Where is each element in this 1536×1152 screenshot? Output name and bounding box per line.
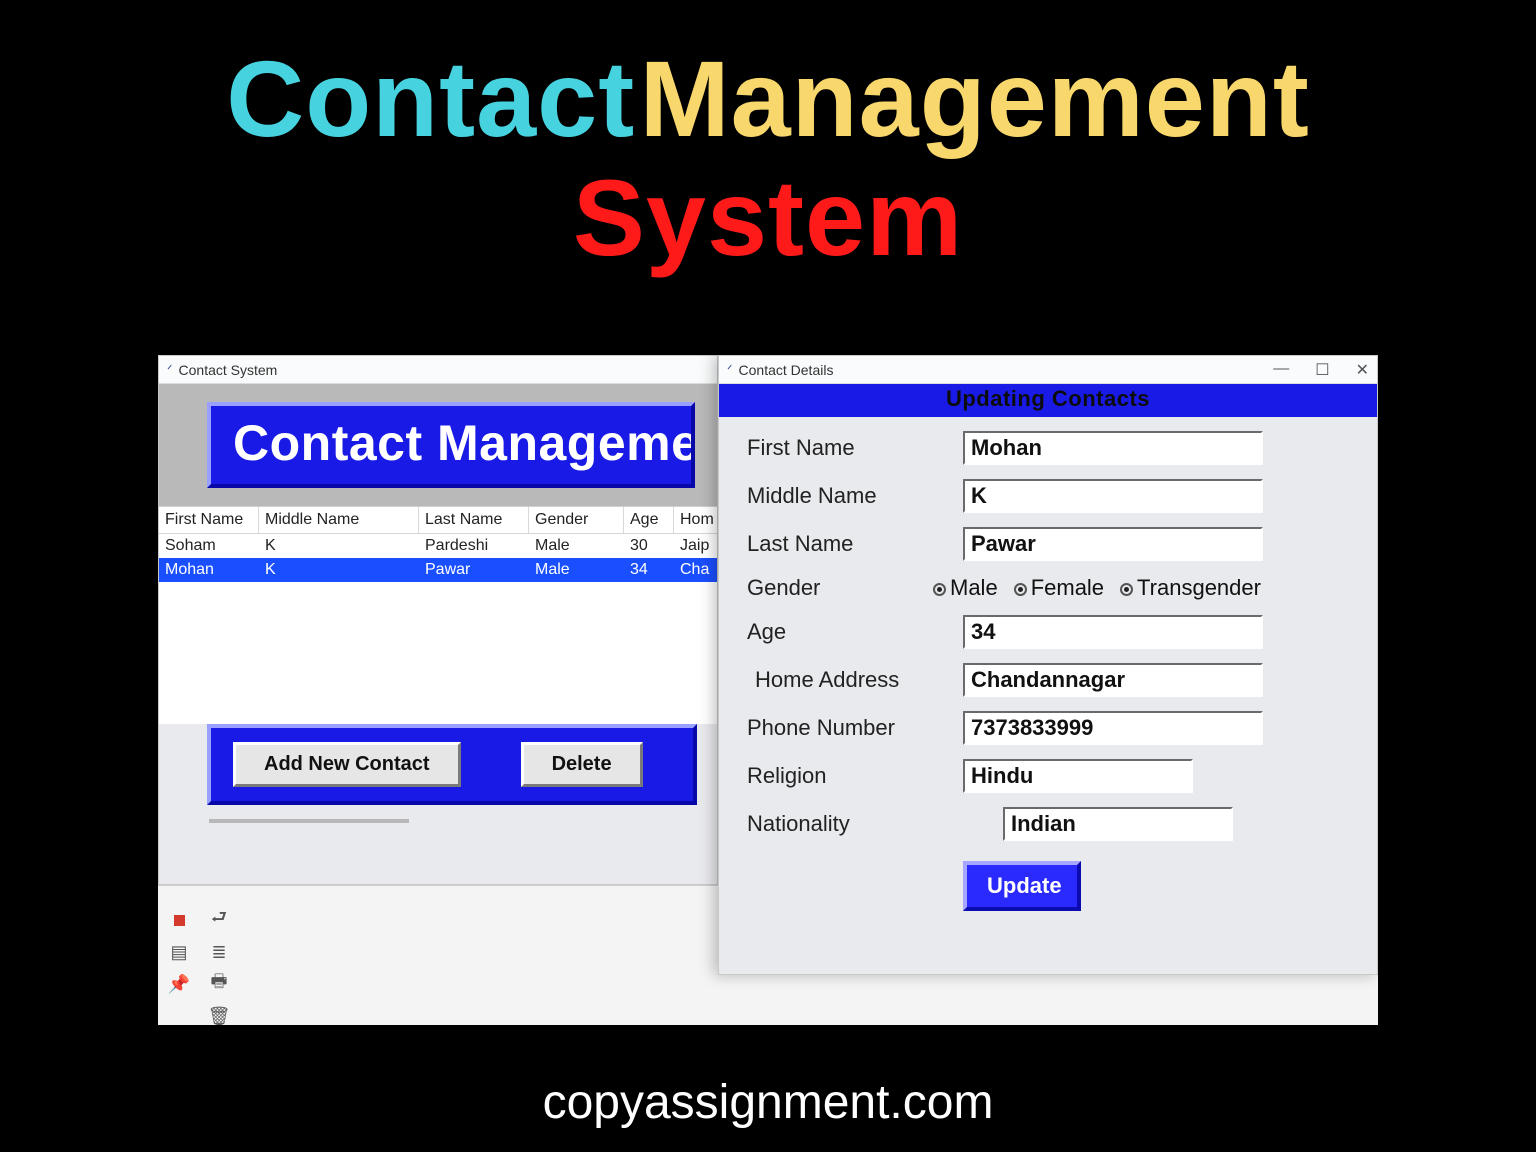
- label-middle-name: Middle Name: [747, 483, 957, 509]
- nationality-field[interactable]: [1003, 807, 1233, 841]
- minimize-button[interactable]: —: [1273, 360, 1289, 380]
- col-last-name[interactable]: Last Name: [419, 507, 529, 533]
- table-row[interactable]: Mohan K Pawar Male 34 Cha: [159, 558, 717, 582]
- col-first-name[interactable]: First Name: [159, 507, 259, 533]
- wrap-icon[interactable]: ⮐: [208, 909, 230, 931]
- titlebar-details[interactable]: ᐟ Contact Details — ☐ ✕: [719, 356, 1377, 384]
- cell-last: Pawar: [419, 558, 529, 582]
- cell-age: 30: [624, 534, 674, 558]
- cell-middle: K: [259, 534, 419, 558]
- record-icon[interactable]: [168, 909, 190, 931]
- cell-gender: Male: [529, 558, 624, 582]
- radio-female[interactable]: Female: [1014, 575, 1104, 601]
- hero-word-management: Management: [640, 38, 1310, 159]
- cell-last: Pardeshi: [419, 534, 529, 558]
- col-middle-name[interactable]: Middle Name: [259, 507, 419, 533]
- col-age[interactable]: Age: [624, 507, 674, 533]
- label-first-name: First Name: [747, 435, 957, 461]
- maximize-button[interactable]: ☐: [1315, 360, 1329, 380]
- spacer: [168, 1005, 190, 1027]
- home-address-field[interactable]: [963, 663, 1263, 697]
- label-gender: Gender: [747, 575, 957, 601]
- last-name-field[interactable]: [963, 527, 1263, 561]
- details-banner: Updating Contacts: [719, 384, 1377, 417]
- delete-button[interactable]: Delete: [521, 742, 643, 787]
- add-new-contact-button[interactable]: Add New Contact: [233, 742, 461, 787]
- pin-icon[interactable]: 📌: [168, 973, 190, 995]
- app-icon: ᐟ: [167, 362, 173, 378]
- app-banner: Contact Manageme: [207, 402, 695, 488]
- hero-word-contact: Contact: [226, 38, 635, 159]
- cell-age: 34: [624, 558, 674, 582]
- window-title-main: Contact System: [179, 362, 278, 378]
- cell-middle: K: [259, 558, 419, 582]
- label-home-address: Home Address: [747, 667, 957, 693]
- label-phone: Phone Number: [747, 715, 957, 741]
- horizontal-scrollbar[interactable]: [209, 819, 409, 823]
- window-contact-system: ᐟ Contact System Contact Manageme First …: [158, 355, 718, 885]
- cell-gender: Male: [529, 534, 624, 558]
- hero-title: Contact Management System: [0, 0, 1536, 275]
- radio-transgender[interactable]: Transgender: [1120, 575, 1261, 601]
- layout-icon[interactable]: ▤: [168, 941, 190, 963]
- close-button[interactable]: ✕: [1356, 360, 1369, 380]
- update-button[interactable]: Update: [963, 861, 1081, 911]
- phone-number-field[interactable]: [963, 711, 1263, 745]
- table-row[interactable]: Soham K Pardeshi Male 30 Jaip: [159, 534, 717, 558]
- age-field[interactable]: [963, 615, 1263, 649]
- print-icon[interactable]: 🖶: [208, 973, 230, 995]
- banner-frame: Contact Manageme: [159, 384, 717, 506]
- titlebar-main[interactable]: ᐟ Contact System: [159, 356, 717, 384]
- stage: ᐟ Contact System Contact Manageme First …: [158, 355, 1378, 1025]
- religion-field[interactable]: [963, 759, 1193, 793]
- label-last-name: Last Name: [747, 531, 957, 557]
- label-religion: Religion: [747, 763, 957, 789]
- label-nationality: Nationality: [747, 811, 957, 837]
- table-body: Soham K Pardeshi Male 30 Jaip Mohan K Pa…: [159, 534, 717, 724]
- contacts-table[interactable]: First Name Middle Name Last Name Gender …: [159, 506, 717, 724]
- gender-radio-group: Male Female Transgender: [933, 575, 1349, 601]
- hero-word-system: System: [0, 161, 1536, 274]
- action-strip: Add New Contact Delete: [207, 724, 697, 805]
- trash-icon[interactable]: 🗑: [208, 1005, 230, 1027]
- list-icon[interactable]: ≣: [208, 941, 230, 963]
- table-header: First Name Middle Name Last Name Gender …: [159, 507, 717, 534]
- col-gender[interactable]: Gender: [529, 507, 624, 533]
- middle-name-field[interactable]: [963, 479, 1263, 513]
- cell-first: Mohan: [159, 558, 259, 582]
- contact-form: First Name Middle Name Last Name Gender …: [719, 417, 1377, 929]
- radio-male[interactable]: Male: [933, 575, 998, 601]
- label-age: Age: [747, 619, 957, 645]
- first-name-field[interactable]: [963, 431, 1263, 465]
- footer-credit: copyassignment.com: [0, 1075, 1536, 1130]
- window-contact-details: ᐟ Contact Details — ☐ ✕ Updating Contact…: [718, 355, 1378, 975]
- window-title-details: Contact Details: [739, 362, 834, 378]
- cell-first: Soham: [159, 534, 259, 558]
- app-icon: ᐟ: [727, 362, 733, 378]
